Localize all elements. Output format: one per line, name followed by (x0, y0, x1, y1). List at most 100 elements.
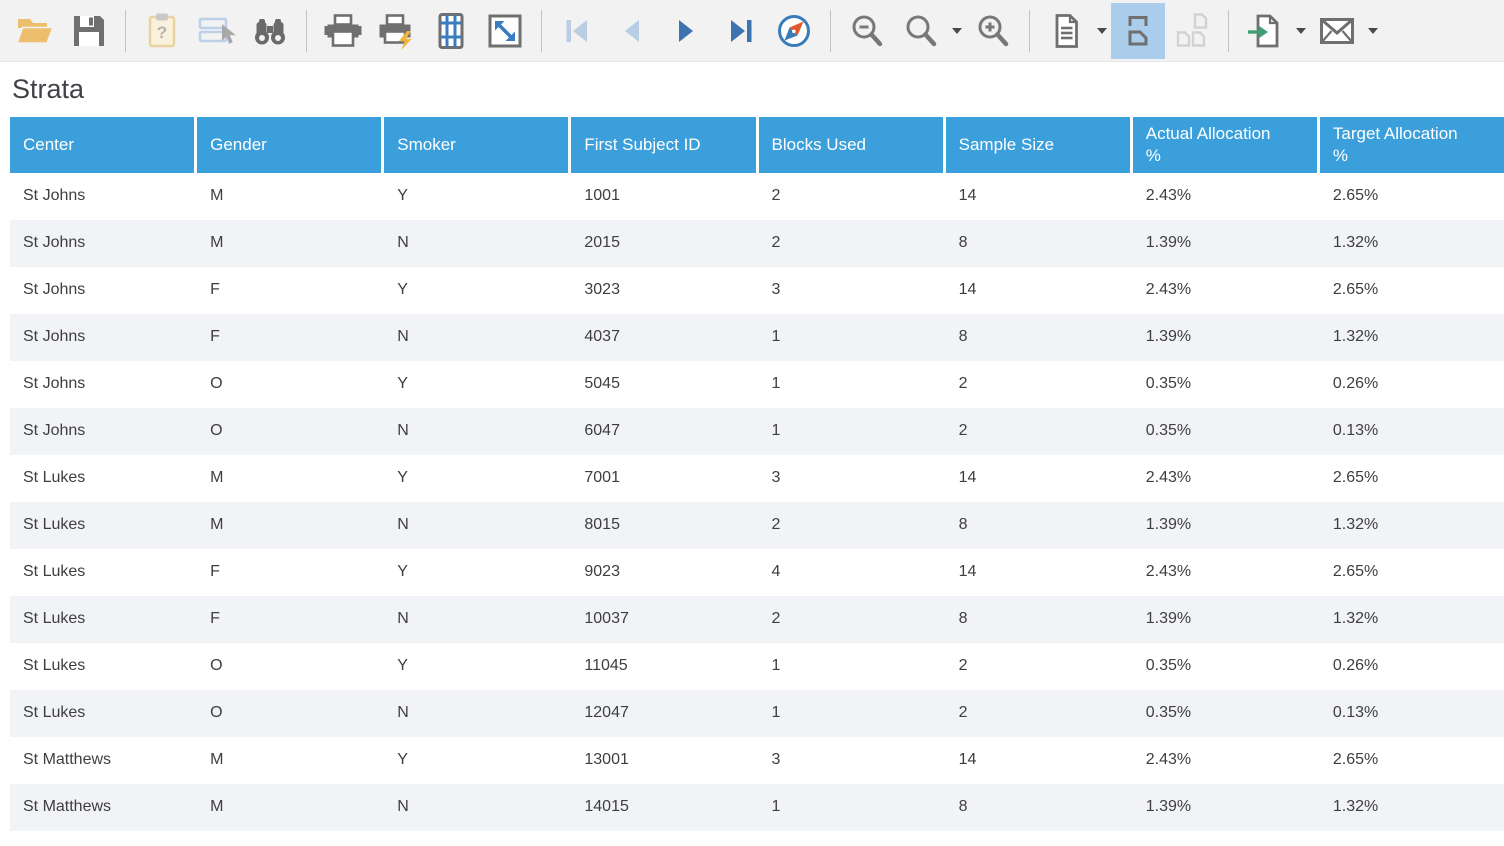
export-icon (1245, 11, 1285, 51)
table-cell: St Matthews (10, 737, 194, 784)
table-cell: 2 (759, 596, 943, 643)
table-cell: 6047 (571, 408, 755, 455)
table-cell: St Johns (10, 220, 194, 267)
table-cell: 1.32% (1320, 596, 1504, 643)
email-dropdown[interactable] (1364, 3, 1382, 59)
table-cell: 2 (946, 690, 1130, 737)
table-cell: 14 (946, 173, 1130, 220)
table-row: St LukesFN10037281.39%1.32% (10, 596, 1504, 643)
table-cell: 2 (759, 502, 943, 549)
toolbar-separator (306, 10, 307, 52)
table-row: St JohnsFY30233142.43%2.65% (10, 267, 1504, 314)
previous-page-button (605, 3, 659, 59)
table-cell: 1.39% (1133, 596, 1317, 643)
table-row: St MatthewsMY130013142.43%2.65% (10, 737, 1504, 784)
save-button[interactable] (62, 3, 116, 59)
previous-page-icon (612, 11, 652, 51)
export-button[interactable] (1238, 3, 1292, 59)
first-page-button (551, 3, 605, 59)
zoom-button[interactable] (894, 3, 948, 59)
editor-cursor-icon (196, 11, 236, 51)
table-cell: 2 (759, 173, 943, 220)
table-cell: Y (384, 267, 568, 314)
table-cell: 1 (759, 408, 943, 455)
scale-button[interactable] (478, 3, 532, 59)
table-cell: 2.65% (1320, 267, 1504, 314)
zoom-dropdown[interactable] (948, 3, 966, 59)
table-cell: O (197, 690, 381, 737)
table-cell: Y (384, 361, 568, 408)
save-icon (69, 11, 109, 51)
table-cell: 0.35% (1133, 408, 1317, 455)
column-header: First Subject ID (571, 117, 755, 173)
table-cell: 2 (946, 643, 1130, 690)
table-cell: 3 (759, 455, 943, 502)
column-header: Gender (197, 117, 381, 173)
next-page-button[interactable] (659, 3, 713, 59)
table-cell: St Matthews (10, 784, 194, 831)
continuous-view-button[interactable] (1111, 3, 1165, 59)
table-cell: Y (384, 173, 568, 220)
table-cell: 8015 (571, 502, 755, 549)
table-cell: 8 (946, 502, 1130, 549)
find-button[interactable] (243, 3, 297, 59)
toolbar-separator (830, 10, 831, 52)
table-cell: 14 (946, 737, 1130, 784)
zoom-in-button[interactable] (966, 3, 1020, 59)
table-cell: N (384, 220, 568, 267)
table-cell: F (197, 314, 381, 361)
table-cell: 2.43% (1133, 455, 1317, 502)
navigate-button[interactable] (767, 3, 821, 59)
last-page-button[interactable] (713, 3, 767, 59)
email-button[interactable] (1310, 3, 1364, 59)
page-view-dropdown[interactable] (1093, 3, 1111, 59)
table-cell: 11045 (571, 643, 755, 690)
chevron-down-icon (1368, 28, 1378, 34)
zoom-icon (901, 11, 941, 51)
toolbar-separator (1029, 10, 1030, 52)
chevron-down-icon (1296, 28, 1306, 34)
table-cell: 4 (759, 549, 943, 596)
table-header-row: CenterGenderSmokerFirst Subject IDBlocks… (10, 117, 1504, 173)
table-cell: 1.39% (1133, 502, 1317, 549)
quick-print-icon (377, 11, 417, 51)
quick-print-button[interactable] (370, 3, 424, 59)
table-row: St LukesMY70013142.43%2.65% (10, 455, 1504, 502)
table-cell: 0.26% (1320, 643, 1504, 690)
table-cell: 12047 (571, 690, 755, 737)
table-cell: 1 (759, 643, 943, 690)
table-cell: 2.65% (1320, 737, 1504, 784)
multi-page-view-icon (1172, 11, 1212, 51)
table-cell: St Johns (10, 408, 194, 455)
table-cell: 2.43% (1133, 267, 1317, 314)
table-cell: 1.39% (1133, 220, 1317, 267)
column-header: Smoker (384, 117, 568, 173)
table-cell: O (197, 361, 381, 408)
table-cell: 0.13% (1320, 408, 1504, 455)
page-grid-icon (431, 11, 471, 51)
table-cell: 2.65% (1320, 455, 1504, 502)
column-header: Target Allocation % (1320, 117, 1504, 173)
table-cell: 1.32% (1320, 502, 1504, 549)
page-setup-button[interactable] (424, 3, 478, 59)
zoom-out-button[interactable] (840, 3, 894, 59)
open-button[interactable] (8, 3, 62, 59)
compass-icon (774, 11, 814, 51)
toolbar: ? (0, 0, 1504, 62)
table-cell: 1 (759, 361, 943, 408)
table-cell: 14 (946, 455, 1130, 502)
table-cell: 7001 (571, 455, 755, 502)
table-cell: M (197, 502, 381, 549)
table-cell: M (197, 173, 381, 220)
export-dropdown[interactable] (1292, 3, 1310, 59)
table-cell: 2015 (571, 220, 755, 267)
print-button[interactable] (316, 3, 370, 59)
clipboard-button: ? (135, 3, 189, 59)
page-view-button[interactable] (1039, 3, 1093, 59)
table-cell: Y (384, 643, 568, 690)
table-cell: 1 (759, 784, 943, 831)
table-cell: N (384, 690, 568, 737)
printer-icon (323, 11, 363, 51)
table-cell: 1001 (571, 173, 755, 220)
clipboard-question-icon: ? (142, 11, 182, 51)
